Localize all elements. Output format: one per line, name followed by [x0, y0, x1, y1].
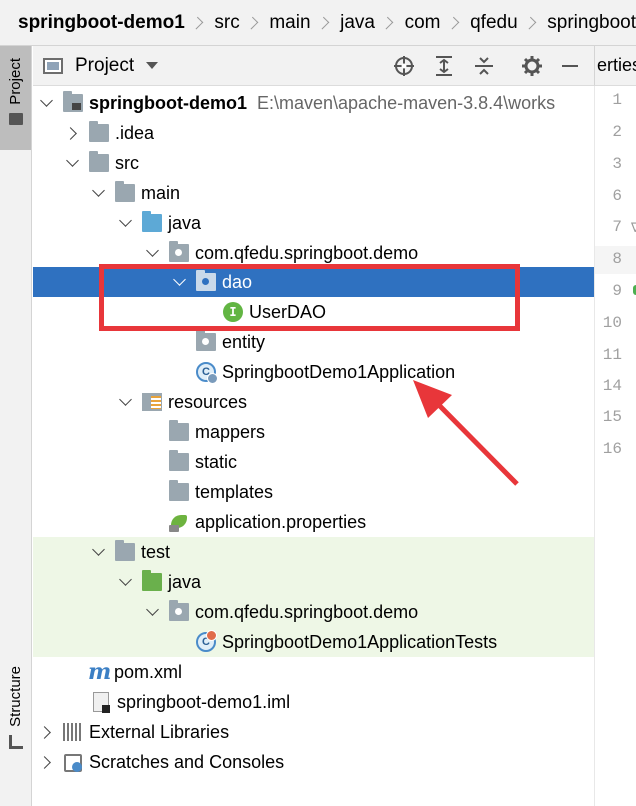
annotation-arrow — [413, 380, 519, 486]
